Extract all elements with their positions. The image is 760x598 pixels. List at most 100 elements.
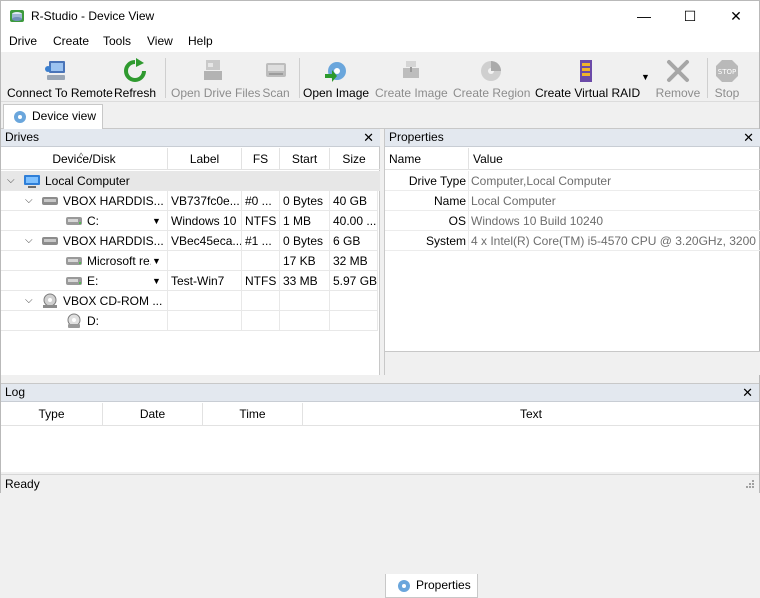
stop-button[interactable]: STOP Stop xyxy=(711,56,743,100)
virtual-raid-dropdown[interactable]: ▼ xyxy=(641,72,650,82)
label-cell xyxy=(168,311,242,331)
create-image-icon xyxy=(403,61,419,78)
resize-grip-icon[interactable] xyxy=(745,479,755,489)
device-name: VBOX HARDDIS... xyxy=(63,194,164,208)
tree-expand-icon[interactable]: ⌵ xyxy=(7,171,15,190)
partition-dropdown-icon[interactable]: ▼ xyxy=(152,271,161,290)
device-name: VBOX HARDDIS... xyxy=(63,234,164,248)
device-name: C: xyxy=(87,214,99,228)
minimize-button[interactable]: — xyxy=(621,1,667,31)
computer-network-icon xyxy=(45,61,65,80)
device-view-icon xyxy=(14,111,26,123)
toolbar-label: Remove xyxy=(655,86,701,100)
drive-row[interactable]: C: ▼ Windows 10 NTFS 1 MB 40.00 ... xyxy=(1,211,380,231)
tree-expand-icon[interactable]: ⌵ xyxy=(25,191,33,210)
drive-row[interactable]: ⌵ VBOX CD-ROM ... xyxy=(1,291,380,311)
device-name: D: xyxy=(87,314,99,328)
drive-row[interactable]: Microsoft re...▼ 17 KB32 MB xyxy=(1,251,380,271)
open-drive-files-button[interactable]: Open Drive Files xyxy=(171,56,260,100)
menu-drive[interactable]: Drive xyxy=(9,34,37,48)
toolbar-separator xyxy=(165,58,166,98)
sort-ascending-icon: ^ xyxy=(79,151,84,161)
open-image-button[interactable]: Open Image xyxy=(303,56,369,100)
column-size[interactable]: Size xyxy=(330,148,378,170)
device-name: Local Computer xyxy=(45,174,130,188)
maximize-button[interactable]: ☐ xyxy=(667,1,713,31)
start-cell xyxy=(280,291,330,311)
device-cell: E: ▼ xyxy=(1,271,168,291)
maximize-icon: ☐ xyxy=(683,8,697,24)
menu-create[interactable]: Create xyxy=(53,34,89,48)
drive-row[interactable]: ⌵ VBOX HARDDIS... VB737fc0e... #0 ... 0 Byte… xyxy=(1,191,380,211)
start-cell: 1 MB xyxy=(280,211,330,231)
toolbar-label: Scan xyxy=(262,86,290,100)
close-icon[interactable]: ✕ xyxy=(742,384,753,401)
refresh-button[interactable]: Refresh xyxy=(111,56,159,100)
device-cell: D: xyxy=(1,311,168,331)
tree-expand-icon[interactable]: ⌵ xyxy=(25,231,33,250)
property-name: Name xyxy=(385,191,469,211)
property-row[interactable]: OS Windows 10 Build 10240 xyxy=(385,211,760,231)
column-value[interactable]: Value xyxy=(469,148,759,170)
menu-tools[interactable]: Tools xyxy=(103,34,131,48)
drive-row[interactable]: E: ▼ Test-Win7 NTFS 33 MB 5.97 GB xyxy=(1,271,380,291)
fs-cell xyxy=(242,251,280,271)
partition-icon xyxy=(66,257,82,265)
column-start[interactable]: Start xyxy=(280,148,330,170)
start-cell: 0 Bytes xyxy=(280,191,330,211)
property-row[interactable]: Drive Type Computer,Local Computer xyxy=(385,171,760,191)
open-image-icon xyxy=(325,62,346,82)
log-column-type[interactable]: Type xyxy=(1,403,103,425)
column-label[interactable]: Label xyxy=(168,148,242,170)
create-region-button[interactable]: Create Region xyxy=(453,56,530,100)
drive-files-icon xyxy=(204,60,222,80)
toolbar: Connect To Remote Refresh Open Drive Fil… xyxy=(1,52,759,102)
label-cell: VBec45eca... xyxy=(168,231,242,251)
device-cell: ⌵ Local Computer xyxy=(1,171,168,191)
cd-rom-icon xyxy=(43,293,57,308)
virtual-raid-icon xyxy=(580,60,592,82)
close-icon[interactable]: ✕ xyxy=(743,129,754,146)
close-window-button[interactable]: ✕ xyxy=(713,1,759,31)
create-region-icon xyxy=(481,61,501,81)
close-icon[interactable]: ✕ xyxy=(363,129,374,146)
property-row[interactable]: Name Local Computer xyxy=(385,191,760,211)
toolbar-label: Refresh xyxy=(113,86,157,100)
app-window: R-Studio - Device View — ☐ ✕ Drive Creat… xyxy=(0,0,760,598)
drive-row[interactable]: D: xyxy=(1,311,380,331)
partition-dropdown-icon[interactable]: ▼ xyxy=(152,211,161,230)
menu-bar: Drive Create Tools View Help xyxy=(1,31,759,52)
log-column-text[interactable]: Text xyxy=(303,403,759,425)
tab-properties[interactable]: Properties xyxy=(385,574,478,598)
create-image-button[interactable]: Create Image xyxy=(375,56,448,100)
tree-expand-icon[interactable]: ⌵ xyxy=(25,291,33,310)
size-cell: 5.97 GB xyxy=(330,271,378,291)
drive-row[interactable]: ⌵ Local Computer xyxy=(1,171,380,191)
column-name[interactable]: Name xyxy=(385,148,469,170)
partition-dropdown-icon[interactable]: ▼ xyxy=(152,251,161,270)
label-cell: VB737fc0e... xyxy=(168,191,242,211)
size-cell: 32 MB xyxy=(330,251,378,271)
column-fs[interactable]: FS xyxy=(242,148,280,170)
properties-table-header: Name Value xyxy=(385,148,760,170)
scan-button[interactable]: Scan xyxy=(259,56,293,100)
drive-row[interactable]: ⌵ VBOX HARDDIS... VBec45eca... #1 ... 0 Byte… xyxy=(1,231,380,251)
start-cell: 33 MB xyxy=(280,271,330,291)
size-cell: 40 GB xyxy=(330,191,378,211)
log-column-date[interactable]: Date xyxy=(103,403,203,425)
menu-help[interactable]: Help xyxy=(188,34,213,48)
tab-device-view[interactable]: Device view xyxy=(3,104,103,129)
column-device-disk[interactable]: ^ Device/Disk xyxy=(1,148,168,170)
minimize-icon: — xyxy=(637,8,651,24)
create-virtual-raid-button[interactable]: Create Virtual RAID xyxy=(535,56,640,100)
log-column-time[interactable]: Time xyxy=(203,403,303,425)
toolbar-label: Open Image xyxy=(303,86,370,100)
property-name: OS xyxy=(385,211,469,231)
menu-view[interactable]: View xyxy=(147,34,173,48)
property-row[interactable]: System 4 x Intel(R) Core(TM) i5-4570 CPU … xyxy=(385,231,760,251)
drives-panel-title: Drives xyxy=(5,130,40,144)
device-cell: Microsoft re...▼ xyxy=(1,251,168,271)
remove-button[interactable]: Remove xyxy=(655,56,701,100)
connect-to-remote-button[interactable]: Connect To Remote xyxy=(7,56,113,100)
toolbar-label: Create Image xyxy=(375,86,448,100)
